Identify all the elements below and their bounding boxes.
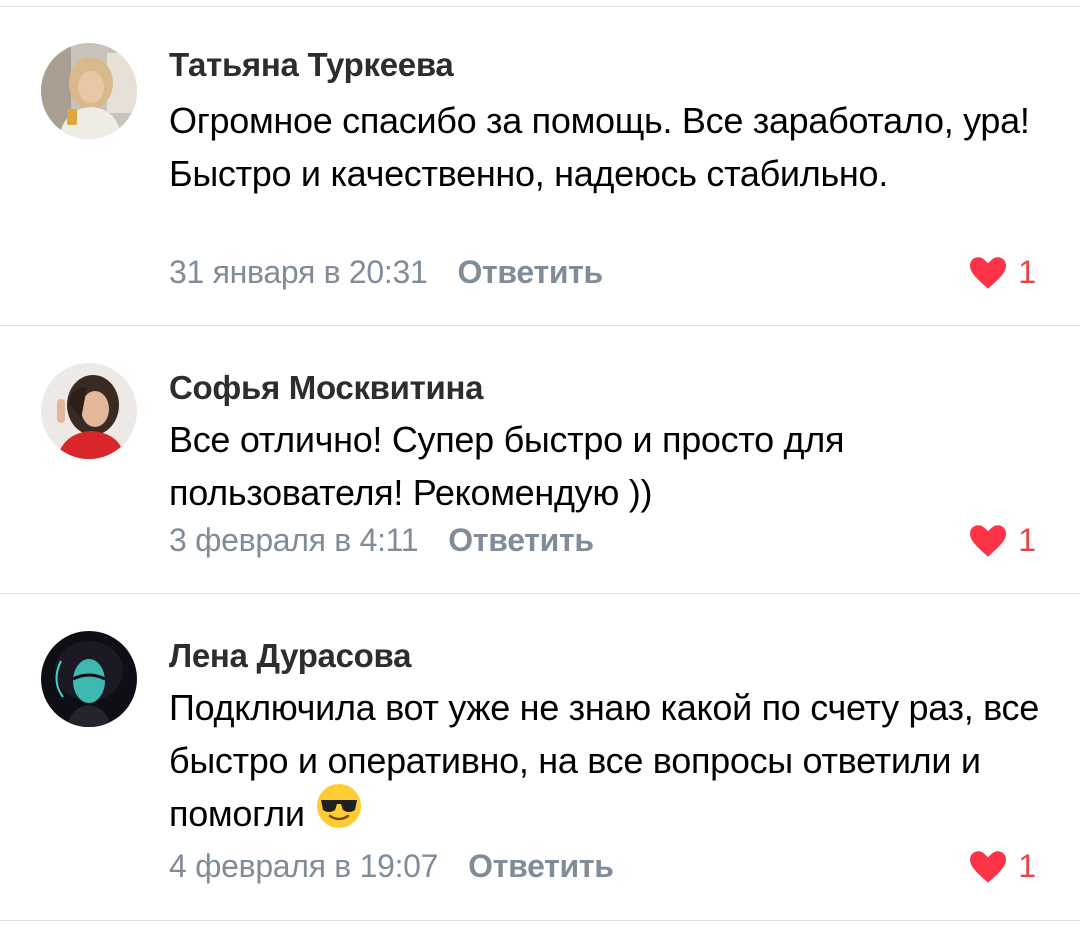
sunglasses-emoji-icon — [315, 782, 363, 844]
like-button[interactable]: 1 — [970, 254, 1036, 291]
reply-button[interactable]: Ответить — [457, 254, 603, 290]
avatar[interactable] — [41, 363, 137, 459]
like-count: 1 — [1018, 254, 1036, 290]
divider — [0, 920, 1080, 921]
comment-item: Лена Дурасова Подключила вот уже не знаю… — [0, 593, 1080, 920]
heart-icon — [970, 524, 1007, 557]
reply-button[interactable]: Ответить — [448, 522, 594, 558]
author-name[interactable]: Татьяна Туркеева — [169, 46, 454, 84]
like-button[interactable]: 1 — [970, 522, 1036, 559]
comment-date: 3 февраля в 4:11 — [169, 522, 419, 558]
avatar[interactable] — [41, 631, 137, 727]
comment-date: 31 января в 20:31 — [169, 254, 428, 290]
comment-text: Все отлично! Супер быстро и просто для п… — [169, 419, 845, 513]
comment-meta: 4 февраля в 19:07 Ответить — [169, 848, 614, 885]
like-button[interactable]: 1 — [970, 848, 1036, 885]
like-count: 1 — [1018, 522, 1036, 558]
comment-item: Софья Москвитина Все отлично! Супер быст… — [0, 325, 1080, 593]
comments-list: Татьяна Туркеева Огромное спасибо за пом… — [0, 0, 1080, 925]
avatar[interactable] — [41, 43, 137, 139]
like-count: 1 — [1018, 848, 1036, 884]
comment-text: Огромное спасибо за помощь. Все заработа… — [169, 100, 1030, 194]
comment-meta: 3 февраля в 4:11 Ответить — [169, 522, 594, 559]
author-name[interactable]: Лена Дурасова — [169, 637, 411, 675]
comment-text: Подключила вот уже не знаю какой по счет… — [169, 681, 1049, 844]
comment-meta: 31 января в 20:31 Ответить — [169, 254, 603, 291]
comment-text-content: Подключила вот уже не знаю какой по счет… — [169, 687, 1039, 834]
heart-icon — [970, 850, 1007, 883]
author-name[interactable]: Софья Москвитина — [169, 369, 483, 407]
reply-button[interactable]: Ответить — [468, 848, 614, 884]
comment-item: Татьяна Туркеева Огромное спасибо за пом… — [0, 0, 1080, 325]
heart-icon — [970, 256, 1007, 289]
comment-date: 4 февраля в 19:07 — [169, 848, 439, 884]
